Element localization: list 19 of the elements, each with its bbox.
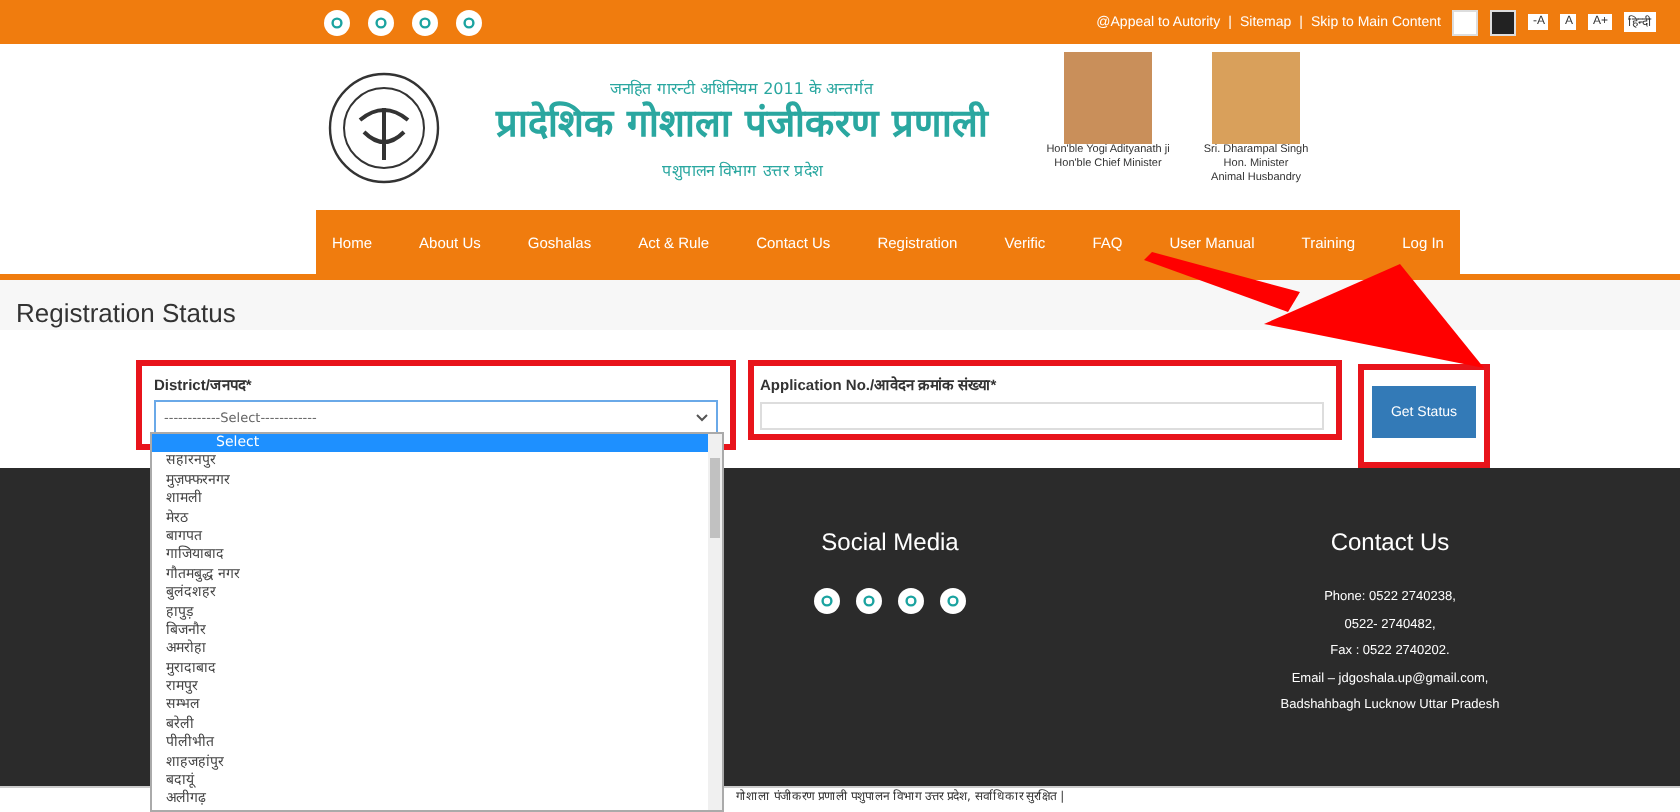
caret-icon (696, 413, 708, 421)
department-name: पशुपालन विभाग उत्तर प्रदेश (662, 159, 822, 179)
emblem-logo (328, 71, 440, 183)
social-link-icon[interactable] (940, 588, 966, 614)
social-link-icon[interactable] (898, 588, 924, 614)
page-heading: Registration Status (0, 280, 1680, 330)
theme-swatch[interactable] (1452, 9, 1479, 35)
photo-placeholder (1064, 52, 1152, 144)
theme-swatch[interactable] (1490, 9, 1517, 35)
act-subtitle: जनहित गारन्टी अधिनियम 2011 के अन्तर्गत (609, 77, 875, 97)
footer-heading: Social Media (821, 528, 959, 556)
social-link-icon[interactable] (814, 588, 840, 614)
application-number-field[interactable] (760, 402, 1324, 430)
footer-heading: Contact Us (1330, 528, 1450, 556)
social-link-icon[interactable] (856, 588, 882, 614)
site-title: प्रादेशिक गोशाला पंजीकरण प्रणाली (496, 99, 988, 149)
scrollbar-thumb[interactable] (710, 458, 720, 538)
photo-placeholder (1212, 52, 1300, 144)
scrollbar[interactable] (708, 434, 722, 810)
